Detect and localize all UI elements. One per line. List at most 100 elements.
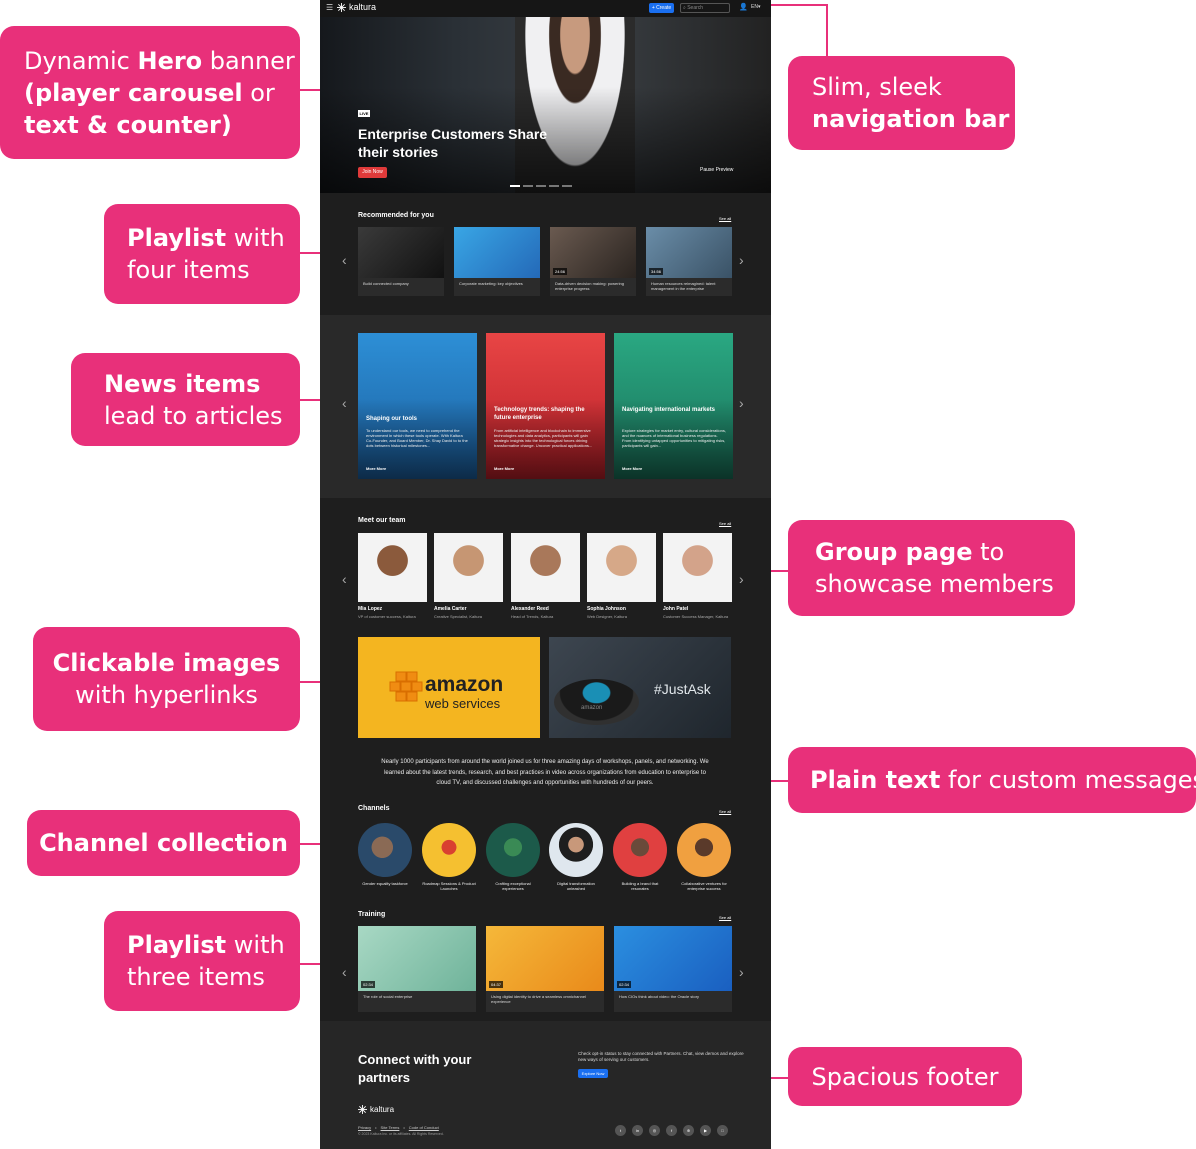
hero-banner[interactable]: LIVE Enterprise Customers Share their st… — [320, 0, 771, 193]
playlist-card[interactable]: Build connected company — [358, 227, 444, 296]
top-navigation-bar: ☰ kaltura + Create ⌕ Search 👤 EN▾ — [320, 0, 771, 17]
news-item[interactable]: Navigating international markets Explore… — [614, 333, 733, 479]
twitter-icon[interactable]: t — [615, 1125, 626, 1136]
facebook-icon[interactable]: f — [666, 1125, 677, 1136]
see-all-link[interactable]: See all — [719, 216, 731, 221]
section-title: Meet our team — [358, 517, 406, 524]
playlist-card[interactable]: 02:34 The role of social enterprise — [358, 926, 476, 1012]
footer-title: Connect with your partners — [358, 1052, 472, 1085]
language-selector[interactable]: EN▾ — [751, 4, 760, 10]
channel-thumbnail — [358, 823, 412, 877]
callout-channel-collection: Channel collection — [27, 810, 300, 876]
video-thumbnail: 04:37 — [486, 926, 604, 991]
channel-item[interactable]: Digital transformation unleashed — [549, 823, 603, 891]
see-all-link[interactable]: See all — [719, 521, 731, 526]
channel-item[interactable]: Collaborative ventures for enterprise su… — [677, 823, 731, 891]
read-more-link[interactable]: More More — [494, 466, 514, 471]
carousel-indicators[interactable] — [510, 185, 572, 187]
team-member-card[interactable]: Mia Lopez VP of customer success, Kaltur… — [358, 533, 427, 619]
section-title: Recommended for you — [358, 212, 434, 219]
chat-icon[interactable]: □ — [717, 1125, 728, 1136]
channel-thumbnail — [422, 823, 476, 877]
team-member-card[interactable]: Sophia Johnson Web Designer, Kaltura — [587, 533, 656, 619]
footer-logo[interactable]: kaltura — [358, 1105, 394, 1114]
read-more-link[interactable]: More More — [366, 466, 386, 471]
privacy-link[interactable]: Privacy — [358, 1125, 371, 1130]
callout-spacious-footer: Spacious footer — [788, 1047, 1022, 1106]
section-title: Channels — [358, 805, 390, 812]
site-footer: Connect with your partners Check opt-in … — [320, 1021, 771, 1149]
playlist-card[interactable]: 34:56 Human resources reimagined: talent… — [646, 227, 732, 296]
join-now-button[interactable]: Join Now — [358, 167, 387, 178]
team-member-card[interactable]: Alexander Reed Head of Trends, Kaltura — [511, 533, 580, 619]
plain-text-block: Nearly 1000 participants from around the… — [381, 759, 709, 786]
chevron-left-icon[interactable]: ‹ — [342, 252, 347, 268]
callout-playlist-three: Playlist with three items — [104, 911, 300, 1011]
kaltura-logo[interactable]: kaltura — [337, 2, 376, 12]
avatar — [663, 533, 732, 602]
see-all-link[interactable]: See all — [719, 809, 731, 814]
search-input[interactable]: ⌕ Search — [680, 3, 730, 13]
explore-now-button[interactable]: Explore Now — [578, 1069, 608, 1078]
avatar — [511, 533, 580, 602]
news-item[interactable]: Shaping our tools To understand our tool… — [358, 333, 477, 479]
chevron-left-icon[interactable]: ‹ — [342, 571, 347, 587]
see-all-link[interactable]: See all — [719, 915, 731, 920]
globe-icon[interactable]: ⊕ — [683, 1125, 694, 1136]
chevron-right-icon[interactable]: › — [739, 252, 744, 268]
create-button[interactable]: + Create — [649, 3, 674, 13]
alexa-promo-image[interactable]: amazon #JustAsk — [549, 637, 731, 738]
callout-clickable-images: Clickable images with hyperlinks — [33, 627, 300, 731]
instagram-icon[interactable]: ◎ — [649, 1125, 660, 1136]
menu-icon[interactable]: ☰ — [326, 3, 333, 12]
youtube-icon[interactable]: ▶ — [700, 1125, 711, 1136]
leader-navbar-v — [826, 4, 828, 56]
chevron-left-icon[interactable]: ‹ — [342, 395, 347, 411]
news-item[interactable]: Technology trends: shaping the future en… — [486, 333, 605, 479]
site-terms-link[interactable]: Site Terms — [381, 1125, 400, 1130]
chevron-left-icon[interactable]: ‹ — [342, 964, 347, 980]
footer-links: Privacy • Site Terms • Code of Conduct — [358, 1125, 439, 1130]
linkedin-icon[interactable]: in — [632, 1125, 643, 1136]
team-member-card[interactable]: Amelia Carter Creative Specialist, Kaltu… — [434, 533, 503, 619]
video-thumbnail: 34:56 — [646, 227, 732, 278]
code-of-conduct-link[interactable]: Code of Conduct — [409, 1125, 439, 1130]
copyright: © 2023 Kaltura Inc. or its affiliates. A… — [358, 1132, 444, 1136]
hero-title: Enterprise Customers Share their stories — [358, 126, 548, 160]
callout-navigation-bar: Slim, sleek navigation bar — [788, 56, 1015, 150]
chevron-right-icon[interactable]: › — [739, 571, 744, 587]
chevron-right-icon[interactable]: › — [739, 964, 744, 980]
callout-plain-text: Plain text for custom messages — [788, 747, 1196, 813]
channel-item[interactable]: Crafting exceptional experiences — [486, 823, 540, 891]
avatar — [587, 533, 656, 602]
playlist-card[interactable]: 04:37 Using digital identity to drive a … — [486, 926, 604, 1012]
site-preview: LIVE Enterprise Customers Share their st… — [320, 0, 771, 1149]
pause-preview-button[interactable]: Pause Preview — [700, 167, 733, 173]
avatar — [434, 533, 503, 602]
channel-item[interactable]: Gender equality taskforce — [358, 823, 412, 886]
chevron-right-icon[interactable]: › — [739, 395, 744, 411]
read-more-link[interactable]: More More — [622, 466, 642, 471]
user-icon[interactable]: 👤 — [739, 3, 748, 11]
channel-thumbnail — [486, 823, 540, 877]
channel-item[interactable]: Roadmap Sessions & Product Launches — [422, 823, 476, 891]
kaltura-asterisk-icon — [358, 1105, 367, 1114]
playlist-card[interactable]: 02:34 How CIOs think about video: the Or… — [614, 926, 732, 1012]
channel-thumbnail — [613, 823, 667, 877]
channel-thumbnail — [677, 823, 731, 877]
echo-dot-device — [554, 679, 639, 725]
video-thumbnail — [358, 227, 444, 278]
team-member-card[interactable]: John Patel Customer Success Manager, Kal… — [663, 533, 732, 619]
aws-promo-image[interactable]: amazon web services — [358, 637, 540, 738]
channel-item[interactable]: Building a brand that resonates — [613, 823, 667, 891]
playlist-card[interactable]: Corporate marketing: key objectives — [454, 227, 540, 296]
social-links: t in ◎ f ⊕ ▶ □ — [615, 1125, 728, 1136]
section-title: Training — [358, 911, 386, 918]
video-thumbnail — [454, 227, 540, 278]
footer-description: Check opt-in status to stay connected wi… — [578, 1051, 744, 1062]
playlist-card[interactable]: 24:56 Data-driven decision making: power… — [550, 227, 636, 296]
avatar — [358, 533, 427, 602]
video-thumbnail: 24:56 — [550, 227, 636, 278]
callout-hero-banner: Dynamic Hero banner (player carousel or … — [0, 26, 300, 159]
callout-news-items: News items lead to articles — [71, 353, 300, 446]
